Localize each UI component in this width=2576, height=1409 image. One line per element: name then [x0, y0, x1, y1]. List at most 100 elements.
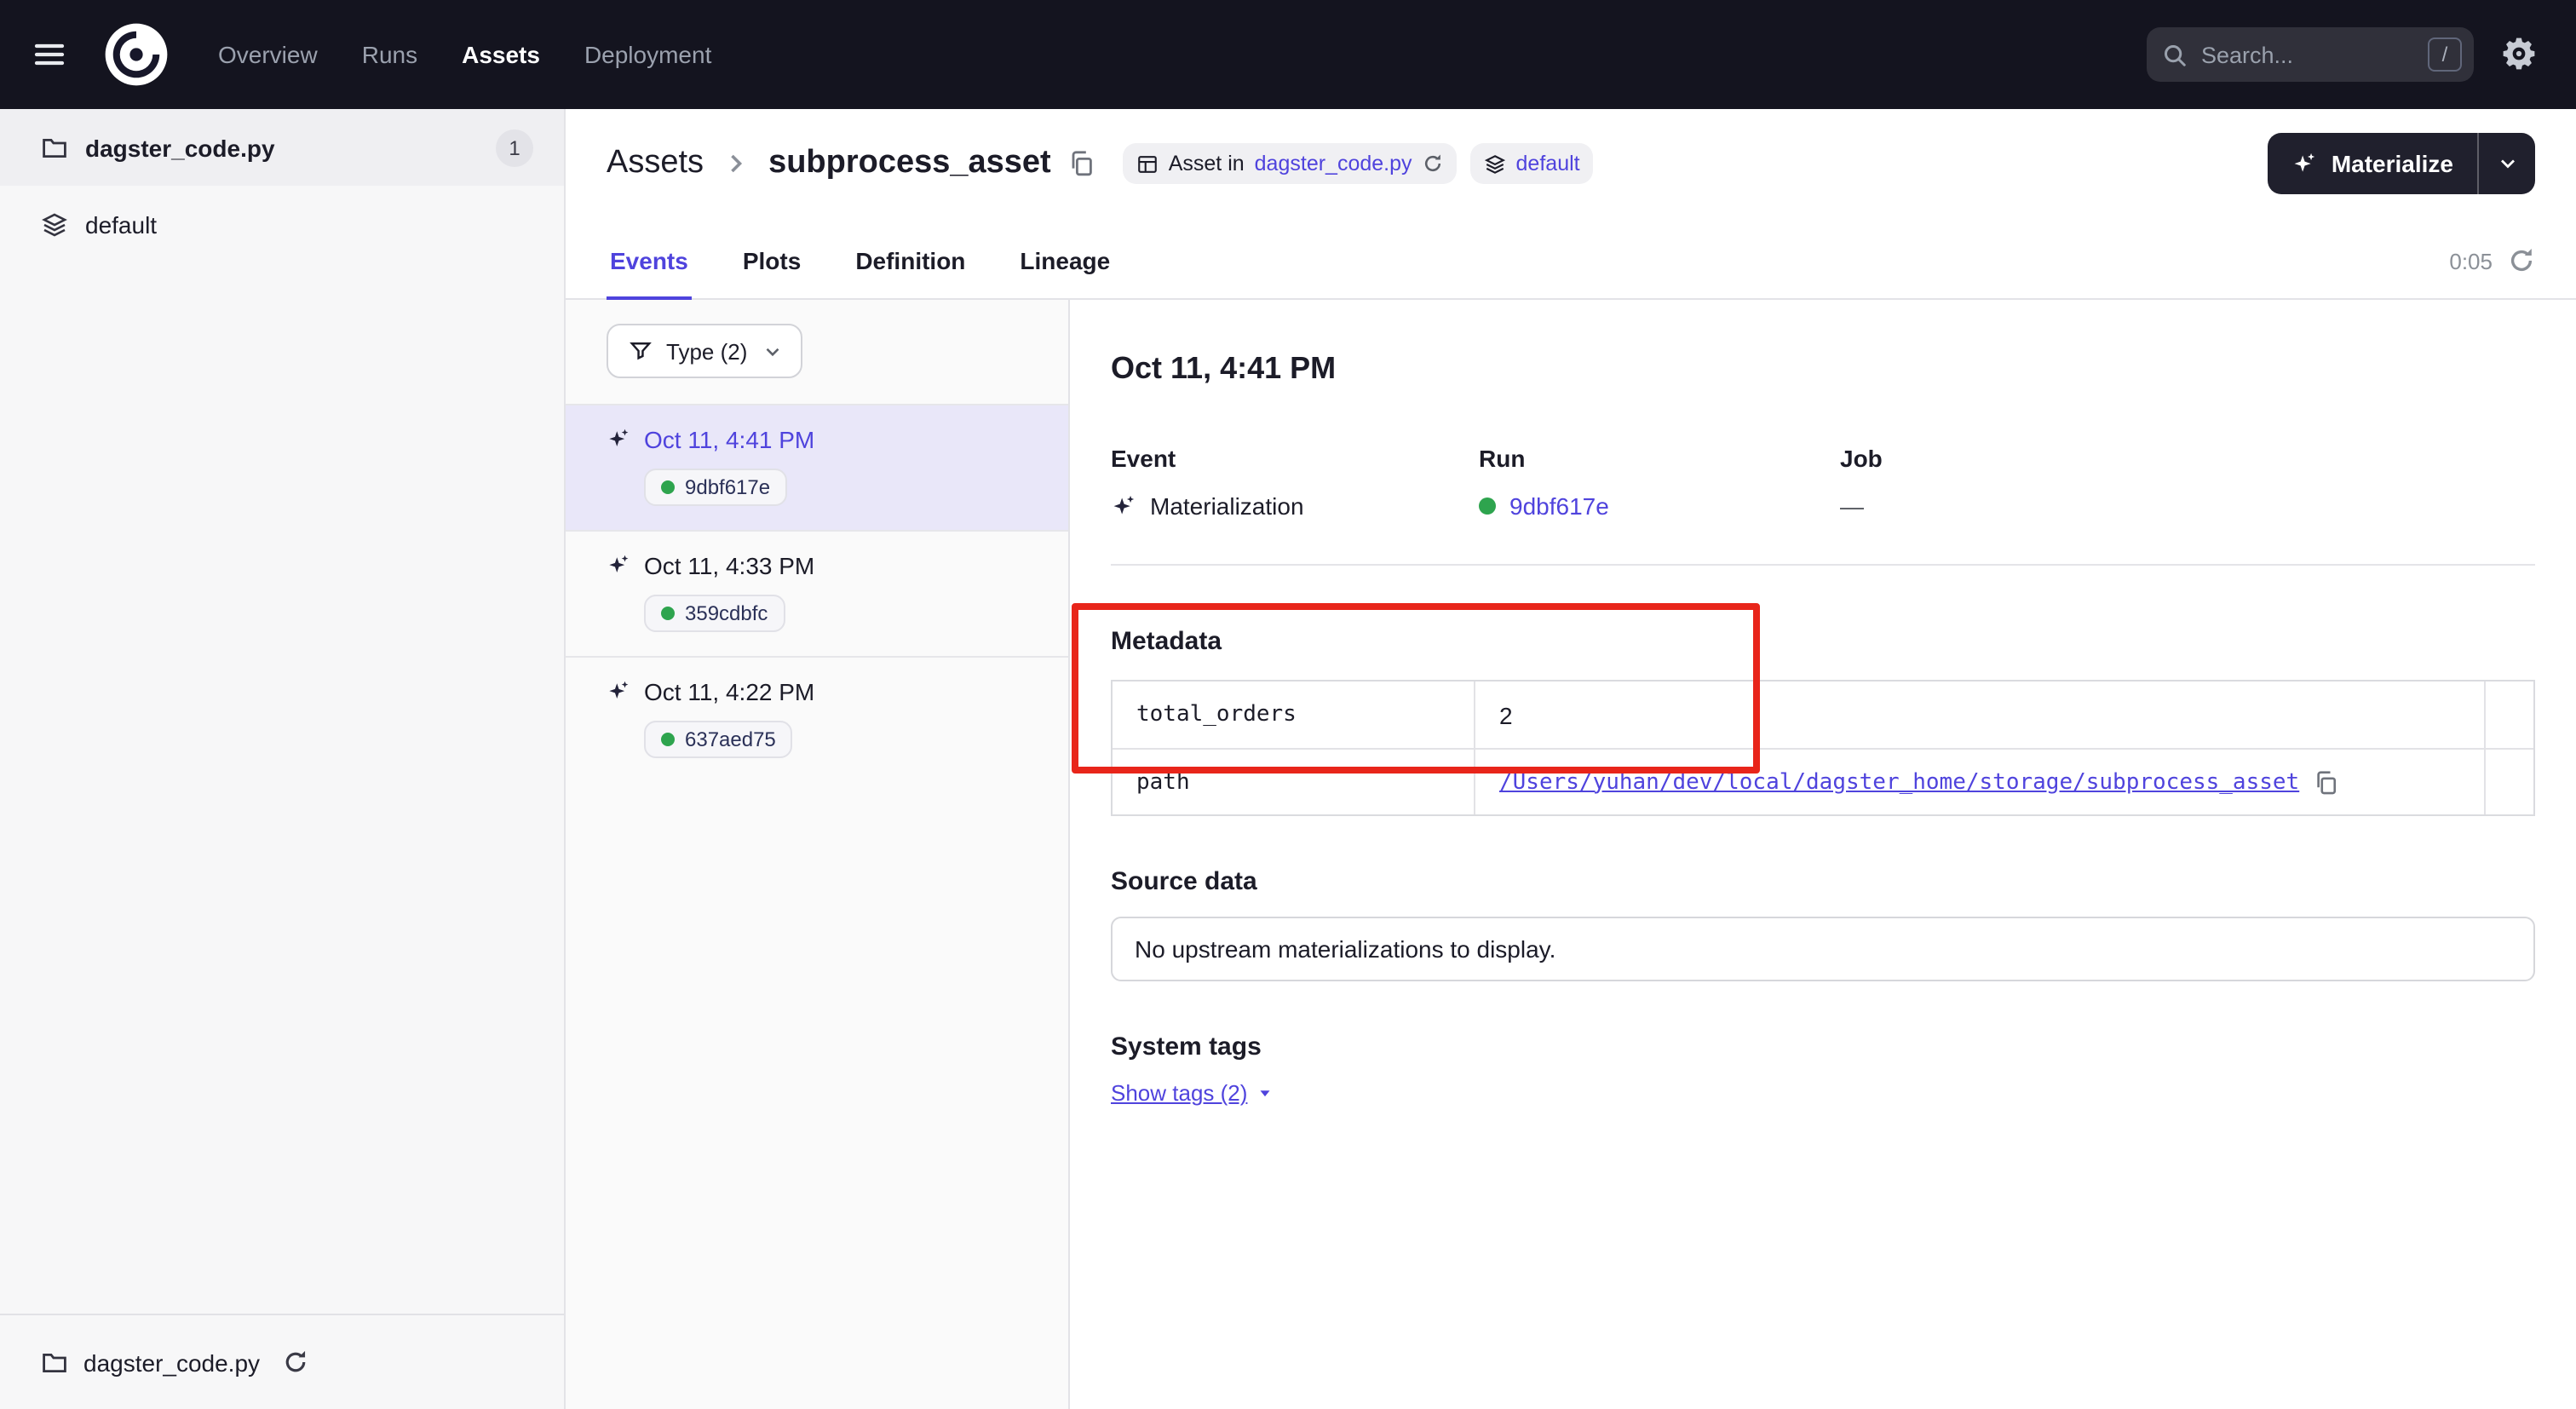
materialization-star-icon	[607, 554, 630, 578]
app-window: Overview Runs Assets Deployment Search..…	[0, 0, 2576, 1409]
event-detail-panel: Oct 11, 4:41 PM Event Materialization Ru…	[1070, 300, 2576, 1409]
code-location-chip[interactable]: Asset in dagster_code.py	[1123, 143, 1457, 184]
asset-page-header: Assets subprocess_asset Asset in dagster…	[566, 109, 2576, 300]
asset-group-icon	[41, 210, 68, 238]
run-status-dot	[1479, 497, 1496, 515]
settings-gear-icon[interactable]	[2501, 36, 2539, 73]
nav-runs[interactable]: Runs	[362, 41, 417, 68]
job-column-label: Job	[1840, 445, 1883, 472]
tab-plots[interactable]: Plots	[739, 247, 804, 300]
show-tags-link[interactable]: Show tags (2)	[1111, 1080, 1274, 1106]
show-tags-label: Show tags (2)	[1111, 1080, 1247, 1106]
event-time: Oct 11, 4:33 PM	[644, 552, 814, 579]
event-time: Oct 11, 4:22 PM	[644, 678, 814, 705]
metadata-heading: Metadata	[1111, 627, 2535, 656]
run-badge[interactable]: 359cdbfc	[644, 595, 785, 632]
source-data-section: Source data No upstream materializations…	[1111, 867, 2535, 981]
asset-groups-sidebar: dagster_code.py 1 default dagster_code.p…	[0, 109, 566, 1409]
source-data-empty-message: No upstream materializations to display.	[1111, 917, 2535, 981]
run-badge[interactable]: 637aed75	[644, 721, 793, 758]
metadata-action-cell	[2486, 748, 2533, 814]
run-status-dot	[661, 607, 675, 620]
search-input[interactable]: Search... /	[2147, 27, 2474, 82]
event-detail-heading: Oct 11, 4:41 PM	[1111, 351, 2535, 387]
event-type-value: Materialization	[1150, 492, 1304, 520]
divider	[1111, 564, 2535, 566]
filter-funnel-icon	[629, 339, 653, 363]
sidebar-code-location-label: dagster_code.py	[85, 134, 275, 161]
folder-icon	[41, 134, 68, 161]
materialization-star-icon	[607, 680, 630, 704]
run-column-label: Run	[1479, 445, 1840, 472]
system-tags-heading: System tags	[1111, 1032, 2535, 1061]
metadata-key-cell: total_orders	[1113, 681, 1475, 748]
sidebar-footer-code-location[interactable]: dagster_code.py	[0, 1314, 564, 1409]
reload-location-icon[interactable]	[282, 1349, 308, 1375]
tab-definition[interactable]: Definition	[852, 247, 969, 300]
chip-code-location-link[interactable]: dagster_code.py	[1255, 152, 1412, 175]
chevron-right-icon	[721, 148, 751, 179]
hamburger-menu-icon[interactable]	[27, 32, 72, 77]
tab-lineage[interactable]: Lineage	[1016, 247, 1113, 300]
sidebar-item-default-group[interactable]: default	[0, 186, 564, 262]
system-tags-section: System tags Show tags (2)	[1111, 1032, 2535, 1106]
materialization-star-icon	[1111, 493, 1136, 519]
chevron-down-icon	[761, 340, 783, 362]
metadata-table: total_orders 2 path /Users/yuhan/dev/loc…	[1111, 680, 2535, 816]
refresh-countdown: 0:05	[2449, 248, 2493, 273]
tab-events[interactable]: Events	[607, 247, 692, 300]
copy-asset-name-icon[interactable]	[1068, 150, 1095, 177]
sidebar-item-code-location[interactable]: dagster_code.py 1	[0, 109, 564, 186]
caret-down-icon	[1256, 1084, 1274, 1102]
nav-overview[interactable]: Overview	[218, 41, 318, 68]
search-shortcut-key: /	[2428, 37, 2462, 72]
nav-deployment[interactable]: Deployment	[584, 41, 711, 68]
run-id: 637aed75	[685, 728, 776, 751]
event-time: Oct 11, 4:41 PM	[644, 426, 814, 453]
main-panel: Assets subprocess_asset Asset in dagster…	[566, 109, 2576, 1409]
sidebar-group-label: default	[85, 210, 157, 238]
filter-label: Type (2)	[666, 338, 747, 364]
event-column-label: Event	[1111, 445, 1479, 472]
run-id: 359cdbfc	[685, 601, 768, 625]
metadata-value-cell: 2	[1475, 681, 2486, 748]
metadata-path-link[interactable]: /Users/yuhan/dev/local/dagster_home/stor…	[1499, 769, 2299, 795]
materialize-dropdown-button[interactable]	[2477, 133, 2535, 194]
run-status-dot	[661, 480, 675, 494]
materialize-star-icon	[2292, 151, 2318, 176]
breadcrumb: Assets subprocess_asset	[607, 145, 1095, 182]
group-chip[interactable]: default	[1470, 143, 1594, 184]
event-list: Type (2) Oct 11, 4:41 PM 9dbf617e	[566, 300, 1070, 1409]
run-id: 9dbf617e	[685, 475, 770, 499]
metadata-action-cell	[2486, 681, 2533, 748]
materialize-label: Materialize	[2332, 150, 2453, 177]
dagster-logo[interactable]	[102, 20, 170, 89]
materialize-split-button: Materialize	[2268, 133, 2535, 194]
asset-tabs: Events Plots Definition Lineage 0:05	[607, 194, 2535, 300]
primary-nav: Overview Runs Assets Deployment	[218, 41, 711, 68]
chevron-down-icon	[2495, 152, 2519, 175]
run-badge[interactable]: 9dbf617e	[644, 469, 787, 506]
metadata-key-cell: path	[1113, 748, 1475, 814]
event-list-item[interactable]: Oct 11, 4:22 PM 637aed75	[566, 656, 1068, 782]
reload-icon[interactable]	[1423, 153, 1443, 174]
search-placeholder: Search...	[2201, 42, 2293, 67]
run-id-link[interactable]: 9dbf617e	[1509, 492, 1609, 520]
breadcrumb-assets-link[interactable]: Assets	[607, 145, 704, 182]
footer-code-location-label: dagster_code.py	[83, 1349, 260, 1376]
event-list-item[interactable]: Oct 11, 4:33 PM 359cdbfc	[566, 530, 1068, 656]
event-list-item[interactable]: Oct 11, 4:41 PM 9dbf617e	[566, 404, 1068, 530]
materialize-button[interactable]: Materialize	[2268, 133, 2477, 194]
chip-group-link[interactable]: default	[1516, 152, 1580, 175]
asset-group-icon	[1484, 152, 1506, 175]
event-type-filter-button[interactable]: Type (2)	[607, 324, 802, 378]
chip-asset-in-label: Asset in	[1169, 152, 1245, 175]
asset-tags: Asset in dagster_code.py default	[1123, 143, 1594, 184]
metadata-value-cell: /Users/yuhan/dev/local/dagster_home/stor…	[1475, 748, 2486, 814]
copy-path-icon[interactable]	[2313, 769, 2338, 795]
job-value: —	[1840, 492, 1864, 520]
asset-count-badge: 1	[496, 129, 533, 166]
refresh-icon[interactable]	[2508, 247, 2535, 274]
page-title: subprocess_asset	[768, 145, 1051, 182]
nav-assets[interactable]: Assets	[462, 41, 540, 68]
